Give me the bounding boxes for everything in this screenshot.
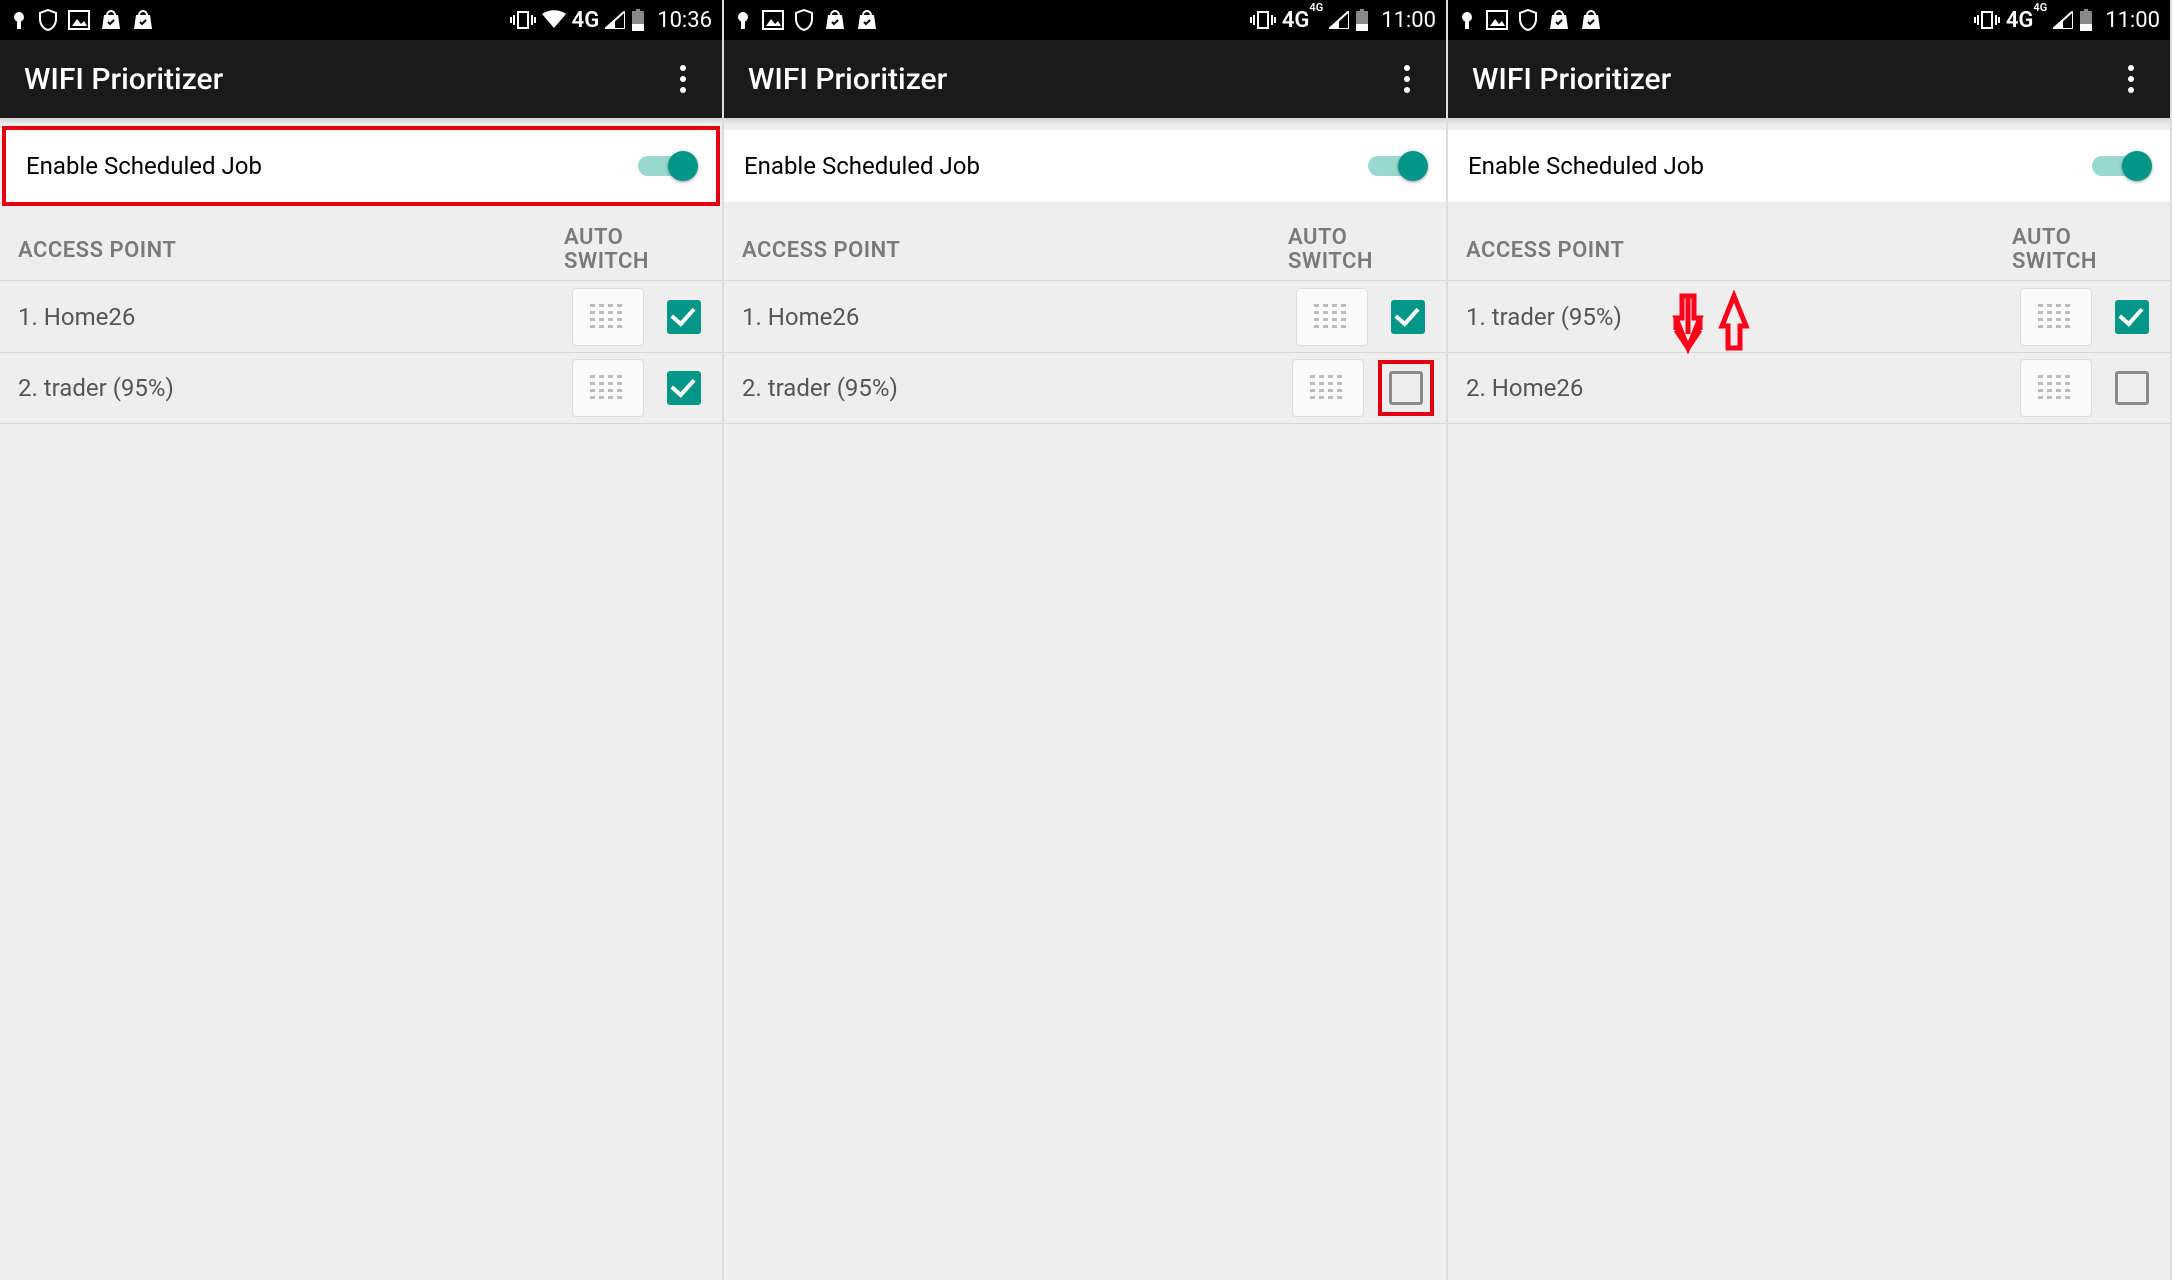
picture-icon [762, 10, 784, 30]
drag-handle-icon[interactable] [2020, 359, 2092, 417]
keyhole-icon [10, 9, 28, 31]
drag-handle-icon[interactable] [572, 359, 644, 417]
bag-check-icon [132, 9, 154, 31]
app-title: WIFI Prioritizer [1472, 62, 1671, 97]
enable-scheduled-job-row[interactable]: Enable Scheduled Job [1448, 130, 2170, 202]
overflow-menu-button[interactable] [2116, 65, 2146, 93]
enable-scheduled-job-row[interactable]: Enable Scheduled Job [2, 126, 720, 206]
bag-check-icon [856, 9, 878, 31]
overflow-menu-button[interactable] [668, 65, 698, 93]
list-header: ACCESS POINT AUTO SWITCH [724, 208, 1446, 280]
drag-handle-icon[interactable] [1296, 288, 1368, 346]
list-header: ACCESS POINT AUTO SWITCH [0, 208, 722, 280]
header-auto-switch: AUTO SWITCH [2012, 226, 2152, 274]
enable-scheduled-job-label: Enable Scheduled Job [1468, 152, 1704, 180]
network-label: 4G [572, 8, 600, 33]
picture-icon [1486, 10, 1508, 30]
access-point-row: 1. trader (95%) [1448, 280, 2170, 352]
enable-scheduled-job-toggle[interactable] [638, 156, 696, 176]
auto-switch-checkbox[interactable] [1388, 297, 1428, 337]
access-point-label: 2. Home26 [1466, 374, 2020, 402]
access-point-label: 2. trader (95%) [742, 374, 1292, 402]
app-bar: WIFI Prioritizer [0, 40, 722, 118]
panel-2: 4G4G 11:00 WIFI Prioritizer Enable Sched… [724, 0, 1448, 1280]
access-point-row: 2. trader (95%) [0, 352, 722, 424]
vibrate-icon [1250, 10, 1276, 30]
app-bar: WIFI Prioritizer [724, 40, 1446, 118]
network-label: 4G4G [1282, 8, 1323, 33]
auto-switch-checkbox[interactable] [664, 297, 704, 337]
battery-icon [1355, 9, 1369, 31]
clock-label: 11:00 [2105, 8, 2160, 33]
list-header: ACCESS POINT AUTO SWITCH [1448, 208, 2170, 280]
vibrate-icon [510, 10, 536, 30]
app-title: WIFI Prioritizer [24, 62, 223, 97]
drag-handle-icon[interactable] [2020, 288, 2092, 346]
access-point-row: 2. Home26 [1448, 352, 2170, 424]
status-bar: 4G4G 11:00 [1448, 0, 2170, 40]
drag-handle-icon[interactable] [572, 288, 644, 346]
header-access-point: ACCESS POINT [18, 238, 564, 263]
picture-icon [68, 10, 90, 30]
access-point-label: 1. Home26 [18, 303, 572, 331]
access-point-row: 2. trader (95%) [724, 352, 1446, 424]
auto-switch-checkbox[interactable] [2112, 297, 2152, 337]
panel-1: 4G 10:36 WIFI Prioritizer Enable Schedul… [0, 0, 724, 1280]
header-auto-switch: AUTO SWITCH [564, 226, 704, 274]
bag-check-icon [824, 9, 846, 31]
battery-icon [631, 9, 645, 31]
app-bar: WIFI Prioritizer [1448, 40, 2170, 118]
auto-switch-checkbox[interactable] [664, 368, 704, 408]
header-access-point: ACCESS POINT [1466, 238, 2012, 263]
network-label: 4G4G [2006, 8, 2047, 33]
access-point-row: 1. Home26 [724, 280, 1446, 352]
drag-handle-icon[interactable] [1292, 359, 1364, 417]
status-bar: 4G 10:36 [0, 0, 722, 40]
battery-icon [2079, 9, 2093, 31]
wifi-icon [542, 10, 566, 30]
auto-switch-checkbox[interactable] [1386, 368, 1426, 408]
signal-icon [605, 11, 625, 29]
clock-label: 10:36 [657, 8, 712, 33]
status-bar: 4G4G 11:00 [724, 0, 1446, 40]
access-point-label: 1. trader (95%) [1466, 303, 2020, 331]
shield-icon [38, 9, 58, 31]
access-point-label: 2. trader (95%) [18, 374, 572, 402]
auto-switch-checkbox[interactable] [2112, 368, 2152, 408]
header-access-point: ACCESS POINT [742, 238, 1288, 263]
access-point-row: 1. Home26 [0, 280, 722, 352]
app-title: WIFI Prioritizer [748, 62, 947, 97]
enable-scheduled-job-toggle[interactable] [2092, 156, 2150, 176]
panel-3: 4G4G 11:00 WIFI Prioritizer Enable Sched… [1448, 0, 2172, 1280]
keyhole-icon [1458, 9, 1476, 31]
enable-scheduled-job-toggle[interactable] [1368, 156, 1426, 176]
overflow-menu-button[interactable] [1392, 65, 1422, 93]
signal-icon [2053, 11, 2073, 29]
signal-icon [1329, 11, 1349, 29]
vibrate-icon [1974, 10, 2000, 30]
bag-check-icon [100, 9, 122, 31]
bag-check-icon [1548, 9, 1570, 31]
clock-label: 11:00 [1381, 8, 1436, 33]
header-auto-switch: AUTO SWITCH [1288, 226, 1428, 274]
shield-icon [794, 9, 814, 31]
access-point-label: 1. Home26 [742, 303, 1296, 331]
enable-scheduled-job-row[interactable]: Enable Scheduled Job [724, 130, 1446, 202]
enable-scheduled-job-label: Enable Scheduled Job [744, 152, 980, 180]
keyhole-icon [734, 9, 752, 31]
shield-icon [1518, 9, 1538, 31]
enable-scheduled-job-label: Enable Scheduled Job [26, 152, 262, 180]
bag-check-icon [1580, 9, 1602, 31]
